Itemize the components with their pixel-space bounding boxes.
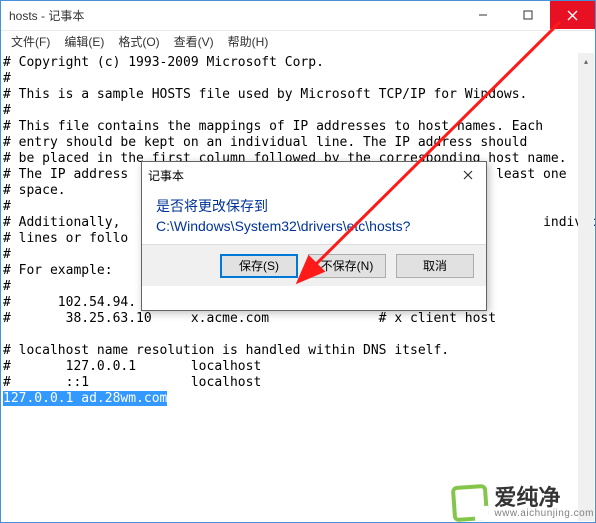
save-dialog: 记事本 是否将更改保存到 C:\Windows\System32\drivers… xyxy=(141,161,487,311)
text-line: # space. xyxy=(3,183,66,198)
text-line: # xyxy=(3,247,11,262)
text-line: # xyxy=(3,279,11,294)
text-line: # 102.54.94. xyxy=(3,295,136,310)
menu-help[interactable]: 帮助(H) xyxy=(222,31,275,52)
text-line: # 38.25.63.10 x.acme.com # x client host xyxy=(3,311,496,326)
save-button[interactable]: 保存(S) xyxy=(220,254,298,278)
text-line: # localhost name resolution is handled w… xyxy=(3,343,449,358)
menu-view[interactable]: 查看(V) xyxy=(168,31,220,52)
text-line: # Copyright (c) 1993-2009 Microsoft Corp… xyxy=(3,55,324,70)
dont-save-button[interactable]: 不保存(N) xyxy=(308,254,386,278)
dialog-titlebar[interactable]: 记事本 xyxy=(142,162,486,188)
close-button[interactable] xyxy=(550,1,595,29)
watermark-en: www.aichunjing.com xyxy=(494,509,594,519)
dialog-msg-line2: C:\Windows\System32\drivers\etc\hosts? xyxy=(156,216,472,236)
watermark-logo-icon xyxy=(451,484,489,522)
text-line: # 127.0.0.1 localhost xyxy=(3,359,261,374)
dialog-title: 记事本 xyxy=(148,167,456,184)
dialog-buttons: 保存(S) 不保存(N) 取消 xyxy=(142,244,486,286)
text-line: # This is a sample HOSTS file used by Mi… xyxy=(3,87,527,102)
watermark-text: 爱纯净 www.aichunjing.com xyxy=(494,487,594,519)
cancel-button[interactable]: 取消 xyxy=(396,254,474,278)
window-title: hosts - 记事本 xyxy=(9,7,460,24)
selected-text: 127.0.0.1 ad.28wm.com xyxy=(3,391,167,406)
vertical-scrollbar[interactable]: ▴ xyxy=(578,53,594,521)
text-line: # For example: xyxy=(3,263,113,278)
menubar: 文件(F) 编辑(E) 格式(O) 查看(V) 帮助(H) xyxy=(1,31,595,51)
menu-format[interactable]: 格式(O) xyxy=(112,31,165,52)
scroll-up-icon[interactable]: ▴ xyxy=(578,53,594,69)
text-line: least one xyxy=(488,167,566,182)
menu-file[interactable]: 文件(F) xyxy=(5,31,56,52)
dialog-message: 是否将更改保存到 C:\Windows\System32\drivers\etc… xyxy=(142,188,486,244)
menu-edit[interactable]: 编辑(E) xyxy=(58,31,110,52)
text-line: # lines or follo xyxy=(3,231,128,246)
text-line: # entry should be kept on an individual … xyxy=(3,135,527,150)
titlebar[interactable]: hosts - 记事本 xyxy=(1,1,595,31)
text-line: # xyxy=(3,103,11,118)
text-line: # xyxy=(3,71,11,86)
watermark: 爱纯净 www.aichunjing.com xyxy=(452,485,594,521)
window-controls xyxy=(460,1,595,30)
minimize-button[interactable] xyxy=(460,1,505,29)
text-line: # xyxy=(3,199,11,214)
maximize-button[interactable] xyxy=(505,1,550,29)
dialog-msg-line1: 是否将更改保存到 xyxy=(156,196,472,216)
text-line: # This file contains the mappings of IP … xyxy=(3,119,543,134)
notepad-window: hosts - 记事本 文件(F) 编辑(E) 格式(O) 查看(V) 帮助(H… xyxy=(0,0,596,523)
watermark-cn: 爱纯净 xyxy=(494,487,594,509)
text-line: # ::1 localhost xyxy=(3,375,261,390)
text-line: # The IP address xyxy=(3,167,128,182)
dialog-close-button[interactable] xyxy=(456,165,480,185)
text-line: # Additionally, xyxy=(3,215,128,230)
